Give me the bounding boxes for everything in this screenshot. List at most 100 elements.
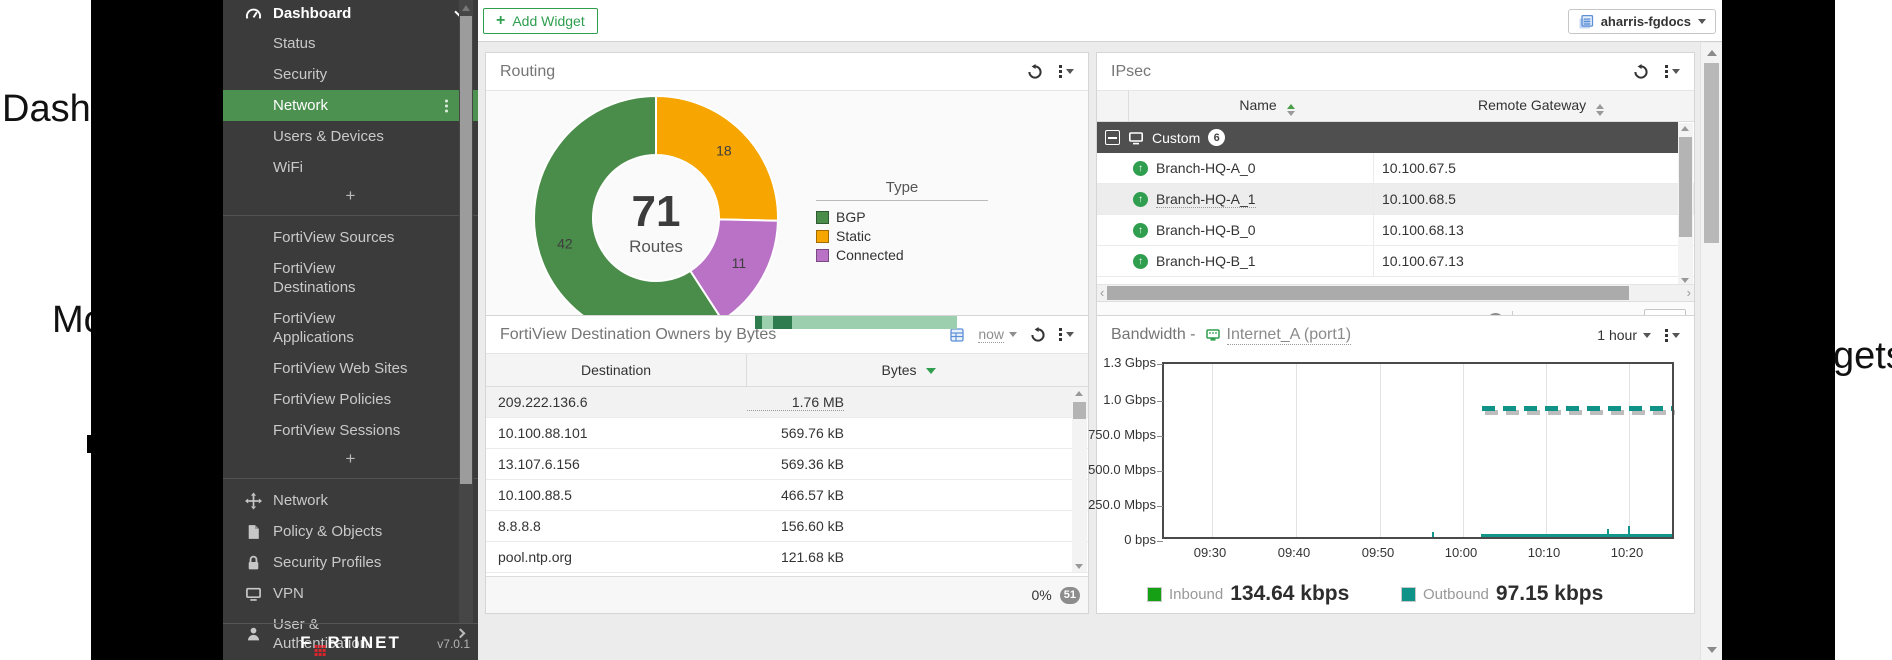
scrollbar-thumb[interactable] xyxy=(1679,137,1692,237)
scroll-left-icon[interactable]: ‹ xyxy=(1100,285,1104,301)
add-widget-button[interactable]: + Add Widget xyxy=(483,8,598,34)
scroll-down-icon[interactable] xyxy=(1681,278,1689,283)
y-tick xyxy=(1157,541,1163,542)
table-row[interactable]: pool.ntp.org 121.68 kB xyxy=(486,542,1088,573)
y-axis: 1.3 Gbps1.0 Gbps750.0 Mbps500.0 Mbps250.… xyxy=(1097,362,1156,539)
widget-menu-button[interactable] xyxy=(1059,328,1074,341)
kebab-icon xyxy=(1059,65,1062,78)
sidebar-item-fortiview-destinations[interactable]: FortiView Destinations xyxy=(223,253,478,303)
table-row[interactable]: ↑Branch-HQ-A_0 10.100.67.5 xyxy=(1097,153,1694,184)
scroll-down-icon[interactable] xyxy=(1075,564,1083,569)
collapse-icon[interactable] xyxy=(1105,130,1120,145)
scrollbar-thumb[interactable] xyxy=(1073,402,1086,419)
widget-menu-button[interactable] xyxy=(1059,65,1074,78)
legend-item-static[interactable]: Static xyxy=(816,228,988,244)
refresh-icon[interactable] xyxy=(1027,64,1043,80)
page: Dashb Mo gets Dashboard Status Security … xyxy=(0,0,1892,660)
refresh-icon[interactable] xyxy=(1633,64,1649,80)
widget-menu-button[interactable] xyxy=(1665,65,1680,78)
scroll-right-icon[interactable]: › xyxy=(1687,285,1691,301)
routes-donut-chart[interactable]: 18114271Routes xyxy=(531,93,781,343)
left-black-bar xyxy=(91,0,223,660)
fortiview-table-header: Destination Bytes xyxy=(486,354,1088,387)
sidebar-item-network[interactable]: Network xyxy=(223,485,478,516)
gauge-icon xyxy=(245,6,262,23)
sidebar-item-security-profiles[interactable]: Security Profiles xyxy=(223,547,478,578)
sidebar-item-policy-objects[interactable]: Policy & Objects xyxy=(223,516,478,547)
scrollbar-thumb[interactable] xyxy=(1704,63,1719,243)
fortinet-logo-dots xyxy=(315,645,326,656)
table-row[interactable]: ↑Branch-HQ-B_1 10.100.67.13 xyxy=(1097,246,1694,277)
sidebar-scrollbar[interactable] xyxy=(459,0,473,623)
group-label: Custom xyxy=(1152,130,1200,146)
caret-down-icon xyxy=(1066,69,1074,74)
caret-down-icon xyxy=(1009,332,1017,337)
fortiview-vertical-scrollbar[interactable] xyxy=(1072,388,1087,572)
sidebar-item-vpn[interactable]: VPN xyxy=(223,578,478,609)
table-row[interactable]: 13.107.6.156 569.36 kB xyxy=(486,449,1088,480)
sidebar: Dashboard Status Security Network Users … xyxy=(223,0,478,660)
sidebar-item-users-devices[interactable]: Users & Devices xyxy=(223,121,478,152)
table-row[interactable]: 8.8.8.8 156.60 kB xyxy=(486,511,1088,542)
table-row[interactable]: ↑Branch-HQ-A_1 10.100.68.5 xyxy=(1097,184,1694,215)
caret-down-icon xyxy=(1672,333,1680,338)
monitor-icon xyxy=(245,585,262,602)
table-row[interactable]: 10.100.88.101 569.76 kB xyxy=(486,418,1088,449)
sidebar-item-fortiview-sources[interactable]: FortiView Sources xyxy=(223,222,478,253)
sidebar-item-status[interactable]: Status xyxy=(223,28,478,59)
scroll-up-icon[interactable] xyxy=(1681,126,1689,131)
divider xyxy=(223,215,478,216)
legend-item-connected[interactable]: Connected xyxy=(816,247,988,263)
column-header-remote-gateway[interactable]: Remote Gateway xyxy=(1405,97,1677,116)
sidebar-item-wifi[interactable]: WiFi xyxy=(223,152,478,183)
sidebar-item-fortiview-policies[interactable]: FortiView Policies xyxy=(223,384,478,415)
scroll-up-icon[interactable] xyxy=(462,5,470,11)
refresh-icon[interactable] xyxy=(1030,327,1046,343)
segment-value-label: 42 xyxy=(557,236,573,252)
lock-icon xyxy=(245,554,262,571)
group-count-badge: 6 xyxy=(1208,129,1225,146)
widget-menu-button[interactable] xyxy=(1665,329,1680,342)
tunnel-up-icon: ↑ xyxy=(1133,161,1148,176)
legend-swatch xyxy=(816,249,829,262)
sidebar-item-dashboard[interactable]: Dashboard xyxy=(223,0,478,28)
sidebar-item-network-dashboard[interactable]: Network xyxy=(223,90,478,121)
table-row[interactable]: 209.222.136.6 1.76 MB xyxy=(486,387,1088,418)
divider xyxy=(223,478,478,479)
y-axis-label: 500.0 Mbps xyxy=(1088,462,1156,477)
x-axis-label: 09:30 xyxy=(1180,545,1240,560)
column-header-name[interactable]: Name xyxy=(1129,97,1405,116)
column-header-bytes[interactable]: Bytes xyxy=(747,362,1071,378)
table-row[interactable]: ↑Branch-HQ-B_0 10.100.68.13 xyxy=(1097,215,1694,246)
add-fortiview-button[interactable]: + xyxy=(223,446,478,472)
sidebar-scrollbar-thumb[interactable] xyxy=(460,16,472,484)
sidebar-item-fortiview-web-sites[interactable]: FortiView Web Sites xyxy=(223,353,478,384)
ipsec-vertical-scrollbar[interactable] xyxy=(1678,123,1693,286)
y-axis-label: 1.3 Gbps xyxy=(1103,355,1156,370)
widget-title: IPsec xyxy=(1111,63,1151,81)
time-range-dropdown[interactable]: now xyxy=(978,326,1017,343)
ipsec-horizontal-scrollbar[interactable]: ‹ › xyxy=(1097,284,1694,301)
main-scrollbar[interactable] xyxy=(1700,43,1722,660)
legend-item-bgp[interactable]: BGP xyxy=(816,209,988,225)
ipsec-group-row[interactable]: Custom 6 xyxy=(1097,122,1678,153)
sidebar-item-fortiview-applications[interactable]: FortiView Applications xyxy=(223,303,478,353)
scroll-up-icon[interactable] xyxy=(1707,50,1717,56)
interface-link[interactable]: Internet_A (port1) xyxy=(1227,326,1352,345)
column-header-destination[interactable]: Destination xyxy=(486,354,747,386)
kebab-icon[interactable] xyxy=(445,99,448,112)
ipsec-widget-header: IPsec xyxy=(1097,53,1694,91)
scroll-up-icon[interactable] xyxy=(1075,391,1083,396)
scrollbar-thumb[interactable] xyxy=(1107,286,1629,300)
sidebar-item-fortiview-sessions[interactable]: FortiView Sessions xyxy=(223,415,478,446)
add-dashboard-button[interactable]: + xyxy=(223,183,478,209)
routing-widget: Routing 18114271Routes Type xyxy=(485,52,1089,344)
kebab-icon xyxy=(1665,329,1668,342)
account-menu-button[interactable]: aharris-fgdocs xyxy=(1568,9,1716,34)
sidebar-item-security[interactable]: Security xyxy=(223,59,478,90)
table-row[interactable]: 10.100.88.5 466.57 kB xyxy=(486,480,1088,511)
scroll-down-icon[interactable] xyxy=(1707,647,1717,653)
legend-swatch xyxy=(816,211,829,224)
documents-icon xyxy=(1578,14,1594,30)
time-range-dropdown[interactable]: 1 hour xyxy=(1597,327,1651,343)
